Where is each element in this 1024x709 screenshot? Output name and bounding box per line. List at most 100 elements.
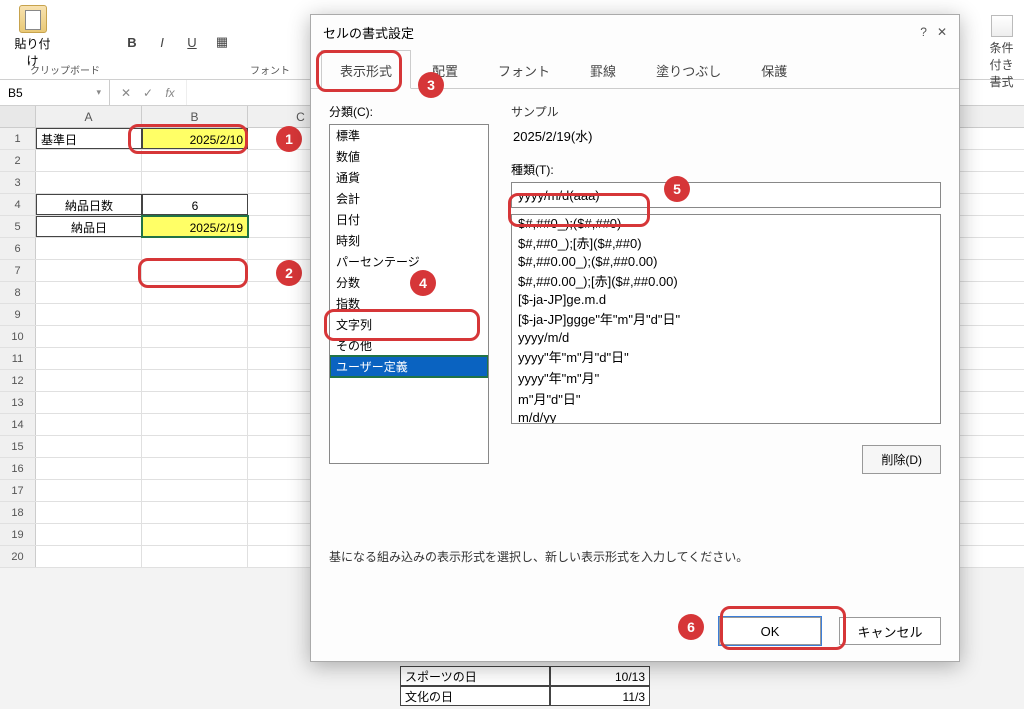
row-header[interactable]: 14 [0,414,36,435]
cell[interactable] [36,502,142,523]
row-header[interactable]: 6 [0,238,36,259]
select-all-corner[interactable] [0,106,36,127]
type-item[interactable]: $#,##0.00_);[赤]($#,##0.00) [512,270,940,291]
row-header[interactable]: 16 [0,458,36,479]
type-item[interactable]: yyyy/m/d [512,329,940,346]
row-header[interactable]: 7 [0,260,36,281]
holiday-date[interactable]: 11/3 [550,686,650,706]
row-header[interactable]: 5 [0,216,36,237]
cell[interactable] [142,480,248,501]
holiday-date[interactable]: 10/13 [550,666,650,686]
holiday-name[interactable]: スポーツの日 [400,666,550,686]
row-header[interactable]: 13 [0,392,36,413]
ok-button[interactable]: OK [719,617,821,645]
type-item[interactable]: m"月"d"日" [512,388,940,409]
cell[interactable] [36,348,142,369]
cell[interactable] [36,304,142,325]
category-item[interactable]: 通貨 [330,167,488,188]
cell[interactable] [36,172,142,193]
cell[interactable] [142,282,248,303]
category-item[interactable]: 日付 [330,209,488,230]
cell[interactable]: 基準日 [36,128,142,149]
cell[interactable] [142,546,248,567]
cell[interactable]: 2025/2/19 [142,216,248,237]
conditional-formatting-button[interactable]: 条件付き書式 [984,15,1019,90]
category-item[interactable]: 数値 [330,146,488,167]
cell[interactable] [36,150,142,171]
type-item[interactable]: $#,##0.00_);($#,##0.00) [512,253,940,270]
cell[interactable] [36,546,142,567]
cell[interactable] [142,458,248,479]
cell[interactable] [36,370,142,391]
cell[interactable] [36,326,142,347]
category-item[interactable]: 時刻 [330,230,488,251]
cell[interactable] [142,392,248,413]
category-item[interactable]: 文字列 [330,314,488,335]
type-item[interactable]: m/d/yy [512,409,940,424]
cell[interactable] [36,436,142,457]
cell[interactable] [142,260,248,281]
type-item[interactable]: yyyy"年"m"月"d"日" [512,346,940,367]
cell[interactable] [36,414,142,435]
italic-button[interactable]: I [150,30,174,54]
category-item[interactable]: パーセンテージ [330,251,488,272]
category-listbox[interactable]: 標準数値通貨会計日付時刻パーセンテージ分数指数文字列その他ユーザー定義 [329,124,489,464]
cell[interactable] [36,238,142,259]
cell[interactable] [142,414,248,435]
category-item[interactable]: 指数 [330,293,488,314]
cell[interactable] [142,348,248,369]
name-box[interactable]: B5 ▾ [0,80,110,105]
underline-button[interactable]: U [180,30,204,54]
cell[interactable] [142,172,248,193]
cell[interactable] [142,238,248,259]
category-item[interactable]: 標準 [330,125,488,146]
tab-number[interactable]: 表示形式 [321,50,411,89]
row-header[interactable]: 17 [0,480,36,501]
type-item[interactable]: [$-ja-JP]ge.m.d [512,291,940,308]
row-header[interactable]: 9 [0,304,36,325]
cell[interactable] [142,370,248,391]
help-icon[interactable]: ? [920,25,927,39]
delete-button[interactable]: 削除(D) [862,445,941,474]
cell[interactable]: 2025/2/10 [142,128,248,149]
cell[interactable] [142,304,248,325]
cell[interactable] [142,502,248,523]
cell[interactable] [142,436,248,457]
tab-fill[interactable]: 塗りつぶし [637,50,740,89]
dialog-titlebar[interactable]: セルの書式設定 ? ✕ [311,15,959,49]
cell[interactable] [142,326,248,347]
cell[interactable]: 納品日 [36,216,142,237]
category-item[interactable]: 会計 [330,188,488,209]
bold-button[interactable]: B [120,30,144,54]
border-button[interactable]: ▦ [210,30,234,54]
cell[interactable] [36,480,142,501]
cell[interactable]: 6 [142,194,248,215]
type-input[interactable] [511,182,941,208]
confirm-entry-icon[interactable]: ✓ [140,86,156,100]
type-item[interactable]: $#,##0_);[赤]($#,##0) [512,232,940,253]
category-item[interactable]: その他 [330,335,488,356]
col-header-b[interactable]: B [142,106,248,127]
cancel-entry-icon[interactable]: ✕ [118,86,134,100]
holiday-name[interactable]: 文化の日 [400,686,550,706]
cell[interactable] [142,524,248,545]
row-header[interactable]: 1 [0,128,36,149]
type-item[interactable]: [$-ja-JP]ggge"年"m"月"d"日" [512,308,940,329]
row-header[interactable]: 2 [0,150,36,171]
paste-button[interactable]: 貼り付け [10,5,55,60]
col-header-a[interactable]: A [36,106,142,127]
row-header[interactable]: 10 [0,326,36,347]
row-header[interactable]: 4 [0,194,36,215]
category-item[interactable]: 分数 [330,272,488,293]
row-header[interactable]: 3 [0,172,36,193]
row-header[interactable]: 11 [0,348,36,369]
cell[interactable] [36,392,142,413]
close-icon[interactable]: ✕ [937,25,947,39]
tab-font[interactable]: フォント [479,50,569,89]
row-header[interactable]: 8 [0,282,36,303]
category-item[interactable]: ユーザー定義 [330,356,488,377]
cell[interactable] [36,282,142,303]
type-item[interactable]: yyyy"年"m"月" [512,367,940,388]
cell[interactable] [36,260,142,281]
cell[interactable] [36,458,142,479]
